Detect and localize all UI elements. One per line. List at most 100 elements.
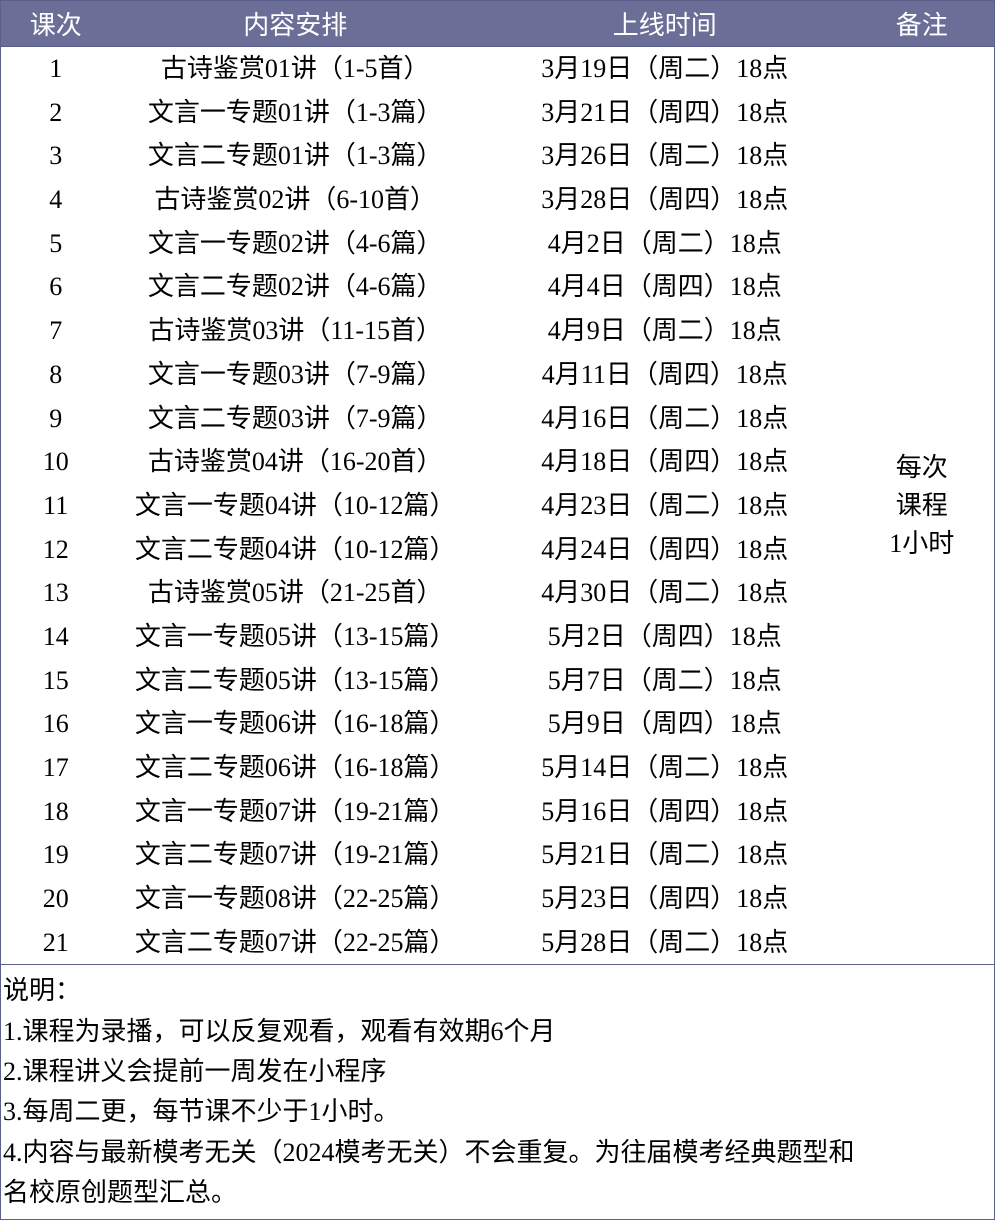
cell-time: 3月26日（周二）18点 (480, 134, 850, 178)
cell-time: 5月21日（周二）18点 (480, 833, 850, 877)
cell-num: 19 (1, 833, 111, 877)
cell-content: 文言一专题02讲（4-6篇） (110, 222, 480, 266)
cell-num: 11 (1, 484, 111, 528)
cell-time: 4月11日（周四）18点 (480, 353, 850, 397)
cell-time: 4月24日（周四）18点 (480, 528, 850, 572)
cell-num: 17 (1, 746, 111, 790)
schedule-table: 课次 内容安排 上线时间 备注 1古诗鉴赏01讲（1-5首）3月19日（周二）1… (0, 0, 995, 965)
notes-title: 说明： (3, 971, 992, 1011)
table-row: 3文言二专题01讲（1-3篇）3月26日（周二）18点 (1, 134, 995, 178)
cell-content: 文言二专题07讲（22-25篇） (110, 921, 480, 965)
cell-time: 4月18日（周四）18点 (480, 440, 850, 484)
cell-num: 13 (1, 571, 111, 615)
notes-item-4b: 名校原创题型汇总。 (3, 1173, 992, 1213)
table-row: 13古诗鉴赏05讲（21-25首）4月30日（周二）18点 (1, 571, 995, 615)
table-row: 1古诗鉴赏01讲（1-5首）3月19日（周二）18点每次课程1小时 (1, 47, 995, 91)
cell-content: 古诗鉴赏05讲（21-25首） (110, 571, 480, 615)
cell-time: 4月30日（周二）18点 (480, 571, 850, 615)
cell-content: 文言二专题05讲（13-15篇） (110, 659, 480, 703)
note-line: 1小时 (852, 525, 992, 563)
cell-note-merged: 每次课程1小时 (850, 47, 995, 965)
cell-num: 5 (1, 222, 111, 266)
cell-time: 5月7日（周二）18点 (480, 659, 850, 703)
table-row: 17文言二专题06讲（16-18篇）5月14日（周二）18点 (1, 746, 995, 790)
cell-num: 20 (1, 877, 111, 921)
header-content: 内容安排 (110, 1, 480, 47)
cell-num: 9 (1, 397, 111, 441)
cell-content: 文言二专题07讲（19-21篇） (110, 833, 480, 877)
cell-num: 6 (1, 265, 111, 309)
cell-time: 4月23日（周二）18点 (480, 484, 850, 528)
cell-content: 文言一专题04讲（10-12篇） (110, 484, 480, 528)
cell-content: 文言一专题07讲（19-21篇） (110, 790, 480, 834)
cell-content: 文言一专题01讲（1-3篇） (110, 91, 480, 135)
table-row: 14文言一专题05讲（13-15篇）5月2日（周四）18点 (1, 615, 995, 659)
notes-item-2: 2.课程讲义会提前一周发在小程序 (3, 1052, 992, 1092)
cell-time: 3月19日（周二）18点 (480, 47, 850, 91)
table-row: 2文言一专题01讲（1-3篇）3月21日（周四）18点 (1, 91, 995, 135)
note-line: 每次 (852, 449, 992, 487)
cell-content: 古诗鉴赏02讲（6-10首） (110, 178, 480, 222)
cell-num: 15 (1, 659, 111, 703)
cell-num: 7 (1, 309, 111, 353)
notes-item-3: 3.每周二更，每节课不少于1小时。 (3, 1092, 992, 1132)
cell-num: 21 (1, 921, 111, 965)
notes-item-1: 1.课程为录播，可以反复观看，观看有效期6个月 (3, 1012, 992, 1052)
cell-time: 4月4日（周四）18点 (480, 265, 850, 309)
cell-content: 古诗鉴赏03讲（11-15首） (110, 309, 480, 353)
cell-time: 5月23日（周四）18点 (480, 877, 850, 921)
table-header-row: 课次 内容安排 上线时间 备注 (1, 1, 995, 47)
table-row: 20文言一专题08讲（22-25篇）5月23日（周四）18点 (1, 877, 995, 921)
header-time: 上线时间 (480, 1, 850, 47)
cell-content: 文言一专题03讲（7-9篇） (110, 353, 480, 397)
cell-num: 3 (1, 134, 111, 178)
cell-content: 文言二专题02讲（4-6篇） (110, 265, 480, 309)
header-note: 备注 (850, 1, 995, 47)
cell-num: 1 (1, 47, 111, 91)
table-row: 15文言二专题05讲（13-15篇）5月7日（周二）18点 (1, 659, 995, 703)
header-num: 课次 (1, 1, 111, 47)
table-row: 16文言一专题06讲（16-18篇）5月9日（周四）18点 (1, 702, 995, 746)
cell-num: 14 (1, 615, 111, 659)
cell-time: 3月28日（周四）18点 (480, 178, 850, 222)
cell-time: 4月2日（周二）18点 (480, 222, 850, 266)
table-row: 4古诗鉴赏02讲（6-10首）3月28日（周四）18点 (1, 178, 995, 222)
cell-num: 12 (1, 528, 111, 572)
table-row: 6文言二专题02讲（4-6篇）4月4日（周四）18点 (1, 265, 995, 309)
table-row: 21文言二专题07讲（22-25篇）5月28日（周二）18点 (1, 921, 995, 965)
cell-time: 4月9日（周二）18点 (480, 309, 850, 353)
notes-item-4a: 4.内容与最新模考无关（2024模考无关）不会重复。为往届模考经典题型和 (3, 1133, 992, 1173)
cell-time: 3月21日（周四）18点 (480, 91, 850, 135)
cell-num: 8 (1, 353, 111, 397)
notes-section: 说明： 1.课程为录播，可以反复观看，观看有效期6个月 2.课程讲义会提前一周发… (0, 965, 995, 1220)
table-row: 7古诗鉴赏03讲（11-15首）4月9日（周二）18点 (1, 309, 995, 353)
cell-content: 文言一专题05讲（13-15篇） (110, 615, 480, 659)
table-row: 18文言一专题07讲（19-21篇）5月16日（周四）18点 (1, 790, 995, 834)
cell-content: 文言二专题01讲（1-3篇） (110, 134, 480, 178)
table-row: 11文言一专题04讲（10-12篇）4月23日（周二）18点 (1, 484, 995, 528)
cell-time: 5月9日（周四）18点 (480, 702, 850, 746)
cell-content: 古诗鉴赏01讲（1-5首） (110, 47, 480, 91)
note-line: 课程 (852, 487, 992, 525)
cell-content: 文言一专题06讲（16-18篇） (110, 702, 480, 746)
table-row: 12文言二专题04讲（10-12篇）4月24日（周四）18点 (1, 528, 995, 572)
cell-num: 2 (1, 91, 111, 135)
cell-time: 5月28日（周二）18点 (480, 921, 850, 965)
cell-content: 文言二专题03讲（7-9篇） (110, 397, 480, 441)
cell-content: 古诗鉴赏04讲（16-20首） (110, 440, 480, 484)
table-row: 8文言一专题03讲（7-9篇）4月11日（周四）18点 (1, 353, 995, 397)
table-row: 19文言二专题07讲（19-21篇）5月21日（周二）18点 (1, 833, 995, 877)
cell-content: 文言二专题04讲（10-12篇） (110, 528, 480, 572)
table-row: 5文言一专题02讲（4-6篇）4月2日（周二）18点 (1, 222, 995, 266)
cell-time: 5月2日（周四）18点 (480, 615, 850, 659)
cell-time: 4月16日（周二）18点 (480, 397, 850, 441)
table-row: 9文言二专题03讲（7-9篇）4月16日（周二）18点 (1, 397, 995, 441)
cell-time: 5月16日（周四）18点 (480, 790, 850, 834)
cell-num: 18 (1, 790, 111, 834)
cell-num: 16 (1, 702, 111, 746)
cell-num: 10 (1, 440, 111, 484)
table-row: 10古诗鉴赏04讲（16-20首）4月18日（周四）18点 (1, 440, 995, 484)
cell-num: 4 (1, 178, 111, 222)
cell-time: 5月14日（周二）18点 (480, 746, 850, 790)
cell-content: 文言一专题08讲（22-25篇） (110, 877, 480, 921)
